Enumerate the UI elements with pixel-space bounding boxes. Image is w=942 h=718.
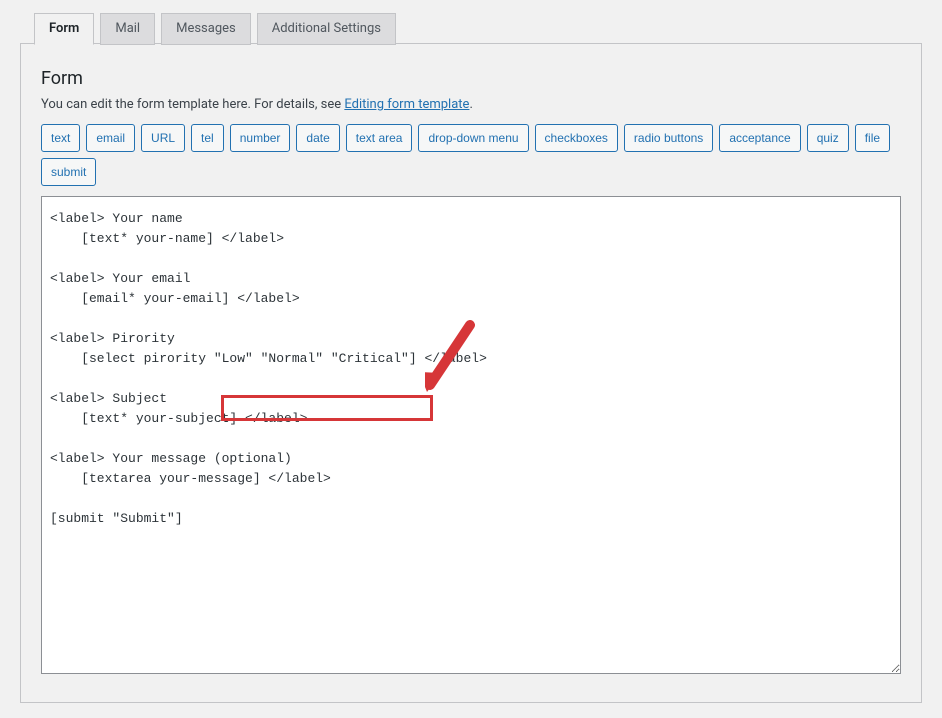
tag-btn-radio[interactable]: radio buttons xyxy=(624,124,713,152)
tag-btn-checkboxes[interactable]: checkboxes xyxy=(535,124,618,152)
tag-btn-quiz[interactable]: quiz xyxy=(807,124,849,152)
tag-btn-number[interactable]: number xyxy=(230,124,291,152)
panel-description: You can edit the form template here. For… xyxy=(41,97,901,112)
form-panel: Form You can edit the form template here… xyxy=(20,43,922,703)
tag-btn-acceptance[interactable]: acceptance xyxy=(719,124,800,152)
panel-description-text: You can edit the form template here. For… xyxy=(41,97,344,112)
tag-btn-dropdown[interactable]: drop-down menu xyxy=(418,124,528,152)
tag-btn-email[interactable]: email xyxy=(86,124,135,152)
tag-btn-text[interactable]: text xyxy=(41,124,80,152)
tag-btn-tel[interactable]: tel xyxy=(191,124,224,152)
tab-messages[interactable]: Messages xyxy=(161,13,251,45)
tag-btn-file[interactable]: file xyxy=(855,124,890,152)
panel-title: Form xyxy=(41,68,901,89)
tag-btn-textarea[interactable]: text area xyxy=(346,124,413,152)
tab-additional-settings[interactable]: Additional Settings xyxy=(257,13,396,45)
tab-mail[interactable]: Mail xyxy=(100,13,155,45)
form-template-textarea[interactable] xyxy=(41,196,901,674)
tag-btn-date[interactable]: date xyxy=(296,124,339,152)
tabs-list: Form Mail Messages Additional Settings xyxy=(0,0,942,44)
editing-form-template-link[interactable]: Editing form template xyxy=(344,97,469,112)
tag-generator-buttons: text email URL tel number date text area… xyxy=(41,124,901,186)
tag-btn-submit[interactable]: submit xyxy=(41,158,96,186)
tab-form[interactable]: Form xyxy=(34,13,94,45)
panel-description-suffix: . xyxy=(469,97,472,112)
app-container: Form Mail Messages Additional Settings F… xyxy=(0,0,942,718)
tag-btn-url[interactable]: URL xyxy=(141,124,185,152)
